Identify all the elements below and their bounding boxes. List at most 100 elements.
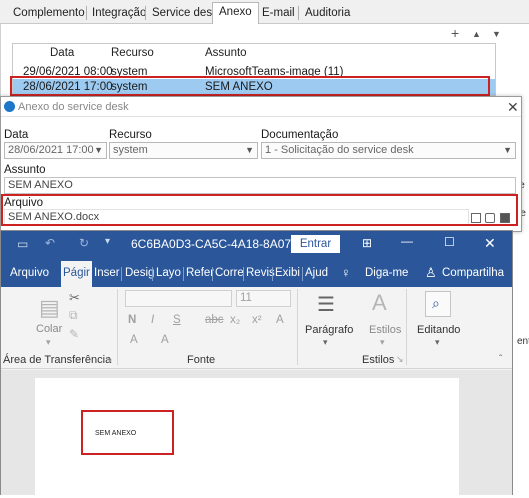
- minimize-icon[interactable]: —: [401, 234, 413, 248]
- cut-label: ente: [517, 336, 529, 347]
- text-highlight-icon[interactable]: A: [130, 334, 138, 346]
- tab-arquivo[interactable]: Arquivo: [10, 267, 49, 279]
- tab-inserir[interactable]: Inser: [94, 267, 120, 279]
- window-titlebar: Anexo do service desk ✕: [1, 97, 521, 117]
- chevron-down-icon: ▼: [503, 145, 512, 155]
- tab-anexo[interactable]: Anexo: [212, 2, 259, 25]
- group-divider: [117, 289, 118, 365]
- maximize-icon[interactable]: ☐: [444, 235, 455, 249]
- tab-integracao[interactable]: Integração: [85, 3, 153, 24]
- font-size-box[interactable]: 11: [236, 290, 291, 307]
- undo-icon[interactable]: ↶: [45, 236, 55, 250]
- dialog-launcher-icon[interactable]: ↘: [105, 354, 113, 365]
- grid-toolbar: + ▲ ▼: [448, 25, 528, 42]
- chevron-down-icon: ▾: [323, 337, 328, 347]
- paste-label[interactable]: Colar: [36, 323, 62, 335]
- font-group-label: Fonte: [187, 354, 216, 366]
- label-recurso: Recurso: [109, 129, 152, 141]
- customize-icon[interactable]: ▾: [105, 236, 110, 247]
- chevron-down-icon: ▾: [435, 337, 440, 347]
- sign-in-button[interactable]: Entrar: [291, 235, 340, 253]
- group-divider: [406, 289, 407, 365]
- paragraph-label[interactable]: Parágrafo: [305, 324, 353, 336]
- label-data: Data: [4, 129, 29, 141]
- label-documentacao: Documentação: [261, 129, 339, 141]
- cut-icon[interactable]: ✂: [69, 290, 80, 306]
- tab-divider: [121, 267, 122, 281]
- tab-ajuda[interactable]: Ajud: [305, 267, 328, 279]
- find-icon[interactable]: ⌕: [425, 291, 451, 317]
- tab-divider: [302, 267, 303, 281]
- column-header-recurso[interactable]: Recurso: [111, 47, 154, 59]
- recurso-value: system: [113, 144, 148, 156]
- tab-revisao[interactable]: Revis: [246, 267, 275, 279]
- font-color-icon[interactable]: A: [161, 334, 169, 346]
- close-icon[interactable]: ✕: [484, 235, 496, 252]
- highlight-box: [1, 194, 518, 226]
- tab-layout[interactable]: Layo: [156, 267, 181, 279]
- paragraph-icon[interactable]: ☰: [317, 292, 335, 317]
- app-icon: [4, 101, 15, 112]
- assunto-field[interactable]: SEM ANEXO: [4, 177, 516, 194]
- tab-design[interactable]: Desig: [125, 267, 154, 279]
- word-titlebar: ▭ ↶ ↻ ▾ 6C6BA0D3-CA5C-4A18-8A07-... Entr…: [1, 231, 512, 259]
- tab-divider: [183, 267, 184, 281]
- italic-icon[interactable]: I: [151, 314, 154, 326]
- strikethrough-icon[interactable]: abc: [205, 314, 224, 326]
- data-combo[interactable]: 28/06/2021 17:00 ▼: [4, 142, 107, 159]
- superscript-icon[interactable]: x²: [252, 314, 262, 326]
- recurso-combo[interactable]: system ▼: [109, 142, 258, 159]
- underline-icon[interactable]: S: [173, 314, 181, 326]
- lightbulb-icon: ♀: [341, 265, 351, 280]
- close-icon[interactable]: ✕: [507, 99, 519, 116]
- tab-divider: [272, 267, 273, 281]
- documentacao-combo[interactable]: 1 - Solicitação do service desk ▼: [261, 142, 516, 159]
- format-painter-icon[interactable]: ✎: [69, 327, 79, 341]
- share-icon: ♙: [425, 265, 437, 280]
- styles-label[interactable]: Estilos: [369, 324, 401, 336]
- word-ribbon-tabs: Arquivo Págir Inser Desig Layo Refer Cor…: [1, 259, 512, 287]
- tab-exibir[interactable]: Exibi: [275, 267, 300, 279]
- tab-referencias[interactable]: Refer: [186, 267, 214, 279]
- chevron-down-icon: ▼: [245, 145, 254, 155]
- dialog-launcher-icon[interactable]: ↘: [396, 354, 404, 365]
- styles-icon[interactable]: A: [372, 290, 387, 316]
- share-button[interactable]: Compartilha: [442, 267, 504, 279]
- bold-icon[interactable]: N: [128, 314, 136, 326]
- tab-divider: [212, 267, 213, 281]
- editing-label[interactable]: Editando: [417, 324, 460, 336]
- chevron-down-icon: ▼: [94, 145, 103, 155]
- documentacao-value: 1 - Solicitação do service desk: [265, 144, 414, 156]
- tab-divider: [243, 267, 244, 281]
- ribbon-display-icon[interactable]: ⊞: [362, 236, 372, 250]
- move-down-icon[interactable]: ▼: [492, 29, 501, 39]
- add-icon[interactable]: +: [451, 25, 459, 41]
- font-name-box[interactable]: [125, 290, 232, 307]
- collapse-ribbon-icon[interactable]: ˆ: [499, 354, 502, 365]
- text-effects-icon[interactable]: A: [276, 314, 284, 326]
- tab-bar: Complemento Integração Service desk Anex…: [0, 0, 529, 25]
- tab-auditoria[interactable]: Auditoria: [298, 3, 357, 24]
- redo-icon[interactable]: ↻: [79, 236, 89, 250]
- tell-me-search[interactable]: Diga-me: [365, 267, 408, 279]
- label-assunto: Assunto: [4, 164, 46, 176]
- tab-pagina[interactable]: Págir: [61, 261, 92, 287]
- tab-complemento[interactable]: Complemento: [6, 3, 92, 24]
- save-icon[interactable]: ▭: [17, 237, 28, 251]
- word-ribbon: ▤ ✂ ⧉ ✎ Colar ▾ Área de Transferência ↘ …: [1, 287, 512, 369]
- styles-group-label: Estilos: [362, 354, 395, 366]
- tab-email[interactable]: E-mail: [255, 3, 302, 24]
- document-area: [1, 370, 512, 498]
- subscript-icon[interactable]: x₂: [230, 314, 240, 326]
- document-title: 6C6BA0D3-CA5C-4A18-8A07-...: [131, 237, 306, 251]
- copy-icon[interactable]: ⧉: [69, 308, 78, 323]
- highlight-box: [81, 410, 174, 455]
- highlight-box: [10, 76, 490, 96]
- move-up-icon[interactable]: ▲: [472, 29, 481, 39]
- window-title: Anexo do service desk: [18, 101, 129, 113]
- magnifier-icon: ⌕: [432, 295, 440, 311]
- column-header-data[interactable]: Data: [50, 47, 74, 59]
- tab-correspondencias[interactable]: Corre: [215, 267, 244, 279]
- column-header-assunto[interactable]: Assunto: [205, 47, 247, 59]
- paste-icon[interactable]: ▤: [39, 295, 60, 321]
